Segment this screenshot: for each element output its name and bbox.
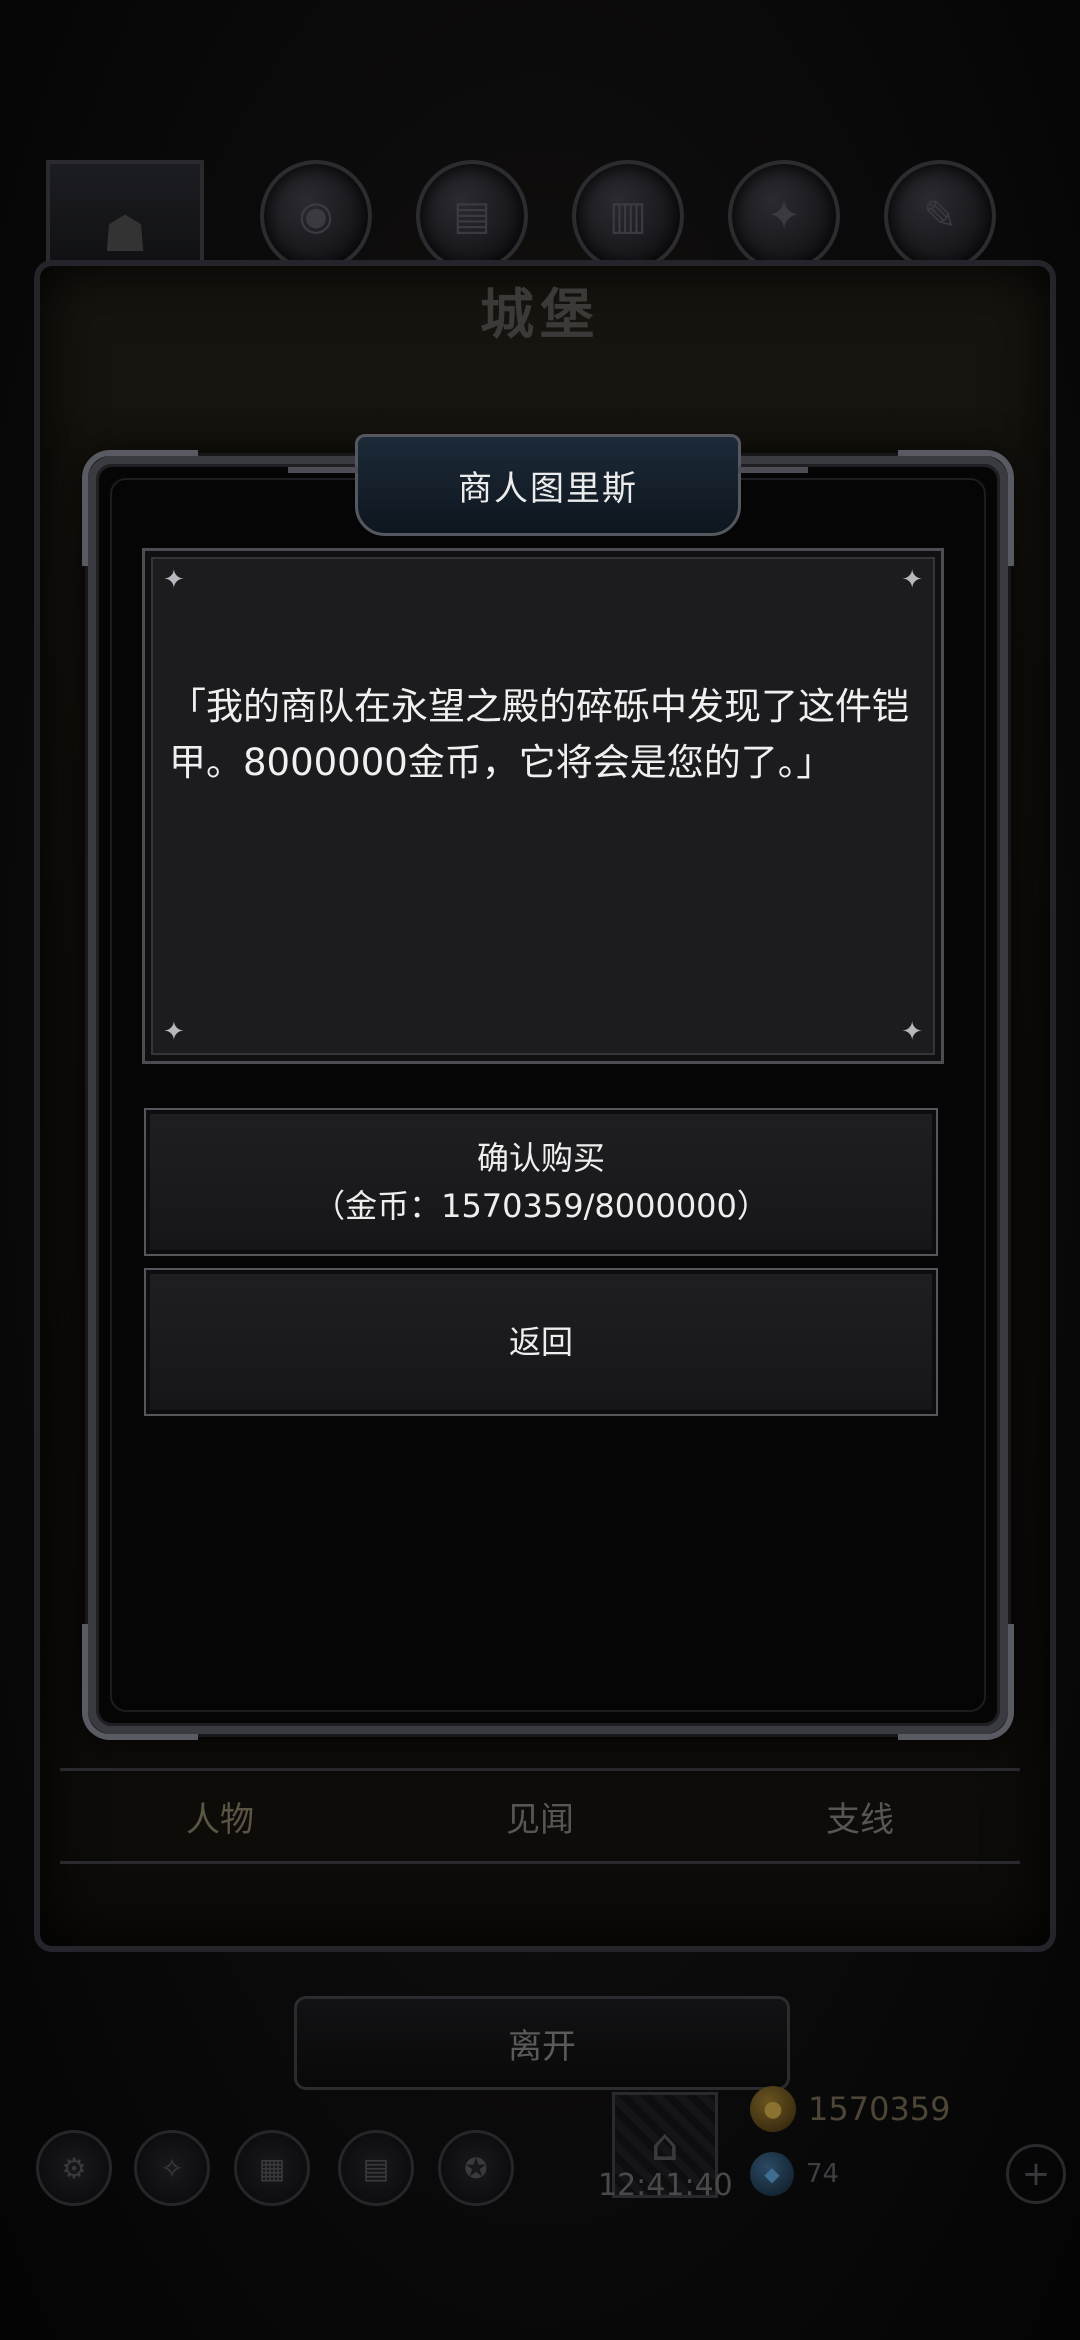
tab-sidequests[interactable]: 支线 bbox=[740, 1792, 980, 1841]
game-screen: ☗ ◉ ▤ ▥ ✦ ✎ 城堡 人物 见闻 支线 离开 ⚙ ✧ ▦ ▤ ✪ ⌂ 1… bbox=[0, 0, 1080, 2340]
sparkle-icon: ✦ bbox=[163, 565, 185, 595]
frame-ornament bbox=[82, 1624, 198, 1740]
badge-icon[interactable]: ✪ bbox=[438, 2130, 514, 2206]
map-icon[interactable]: ▦ bbox=[234, 2130, 310, 2206]
purchase-cost-label: （金币：1570359/8000000） bbox=[313, 1187, 769, 1225]
gem-counter: ◆ 74 bbox=[750, 2152, 839, 2196]
bottom-tabs: 人物 见闻 支线 bbox=[60, 1768, 1020, 1864]
back-button[interactable]: 返回 bbox=[144, 1268, 938, 1416]
sparkle-icon: ✦ bbox=[163, 1017, 185, 1047]
confirm-purchase-label: 确认购买 bbox=[476, 1139, 605, 1177]
gem-icon: ◆ bbox=[750, 2152, 794, 2196]
confirm-purchase-button[interactable]: 确认购买 （金币：1570359/8000000） bbox=[144, 1108, 938, 1256]
book-icon[interactable]: ▥ bbox=[572, 160, 684, 272]
merchant-dialog: 商人图里斯 ✦ ✦ ✦ ✦ 「我的商队在永望之殿的碎砾中发现了这件铠甲。8000… bbox=[82, 434, 1014, 1740]
gear-icon[interactable]: ⚙ bbox=[36, 2130, 112, 2206]
scroll-icon[interactable]: ▤ bbox=[416, 160, 528, 272]
tab-stories[interactable]: 见闻 bbox=[420, 1792, 660, 1841]
sparkle-icon: ✦ bbox=[901, 565, 923, 595]
clock-text: 12:41:40 bbox=[598, 2168, 733, 2203]
dialog-title-plate: 商人图里斯 bbox=[288, 434, 808, 536]
merchant-message: 「我的商队在永望之殿的碎砾中发现了这件铠甲。8000000金币，它将会是您的了。… bbox=[169, 685, 909, 784]
gem-value: 74 bbox=[806, 2159, 840, 2189]
gold-coin-icon: ● bbox=[750, 2086, 796, 2132]
tab-characters[interactable]: 人物 bbox=[100, 1792, 340, 1841]
dialog-title: 商人图里斯 bbox=[458, 468, 638, 509]
back-label: 返回 bbox=[508, 1323, 573, 1361]
sparkle-icon: ✦ bbox=[901, 1017, 923, 1047]
frame-ornament bbox=[898, 1624, 1014, 1740]
feather-icon[interactable]: ✦ bbox=[728, 160, 840, 272]
message-box: ✦ ✦ ✦ ✦ 「我的商队在永望之殿的碎砾中发现了这件铠甲。8000000金币，… bbox=[142, 548, 944, 1064]
castle-title: 城堡 bbox=[480, 283, 600, 346]
quill-icon[interactable]: ✎ bbox=[884, 160, 996, 272]
gold-value: 1570359 bbox=[808, 2090, 951, 2128]
orb-icon[interactable]: ◉ bbox=[260, 160, 372, 272]
compass-icon[interactable]: ✧ bbox=[134, 2130, 210, 2206]
gold-counter: ● 1570359 bbox=[750, 2086, 951, 2132]
journal-icon[interactable]: ▤ bbox=[338, 2130, 414, 2206]
leave-button[interactable]: 离开 bbox=[294, 1996, 790, 2090]
plus-icon[interactable]: + bbox=[1006, 2144, 1066, 2204]
